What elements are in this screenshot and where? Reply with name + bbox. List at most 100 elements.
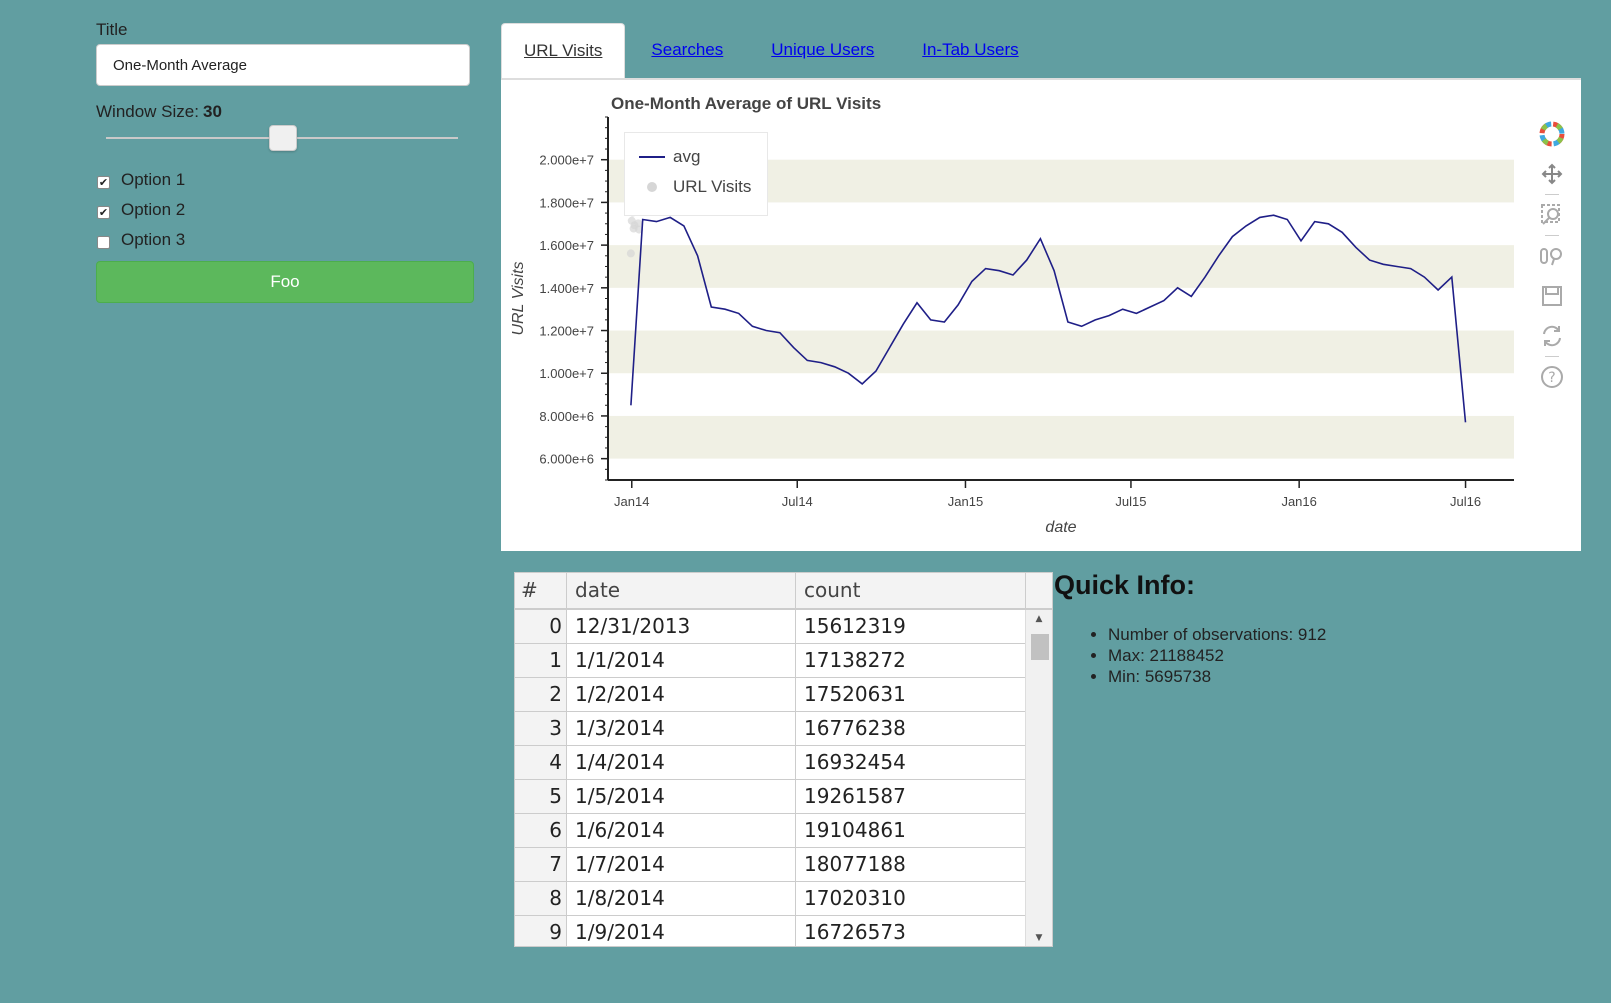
legend-item-url-visits[interactable]: URL Visits xyxy=(639,177,751,197)
wheel-zoom-icon[interactable] xyxy=(1537,236,1567,276)
plot-panel[interactable]: 6.000e+6 8.000e+6 1.000e+7 1.200e+7 1.400e+7… xyxy=(501,80,1581,551)
foo-button[interactable]: Foo xyxy=(96,261,474,303)
tab-searches[interactable]: Searches xyxy=(629,23,745,77)
table-row[interactable]: 8 1/8/2014 17020310 xyxy=(515,882,1052,916)
y-tick-label: 1.400e+7 xyxy=(539,281,594,296)
row-index-cell: 8 xyxy=(515,882,567,915)
data-table[interactable]: # date count 0 12/31/2013 15612319 1 1/1/20… xyxy=(514,572,1053,947)
count-cell[interactable]: 16932454 xyxy=(796,746,1026,779)
date-cell[interactable]: 1/5/2014 xyxy=(567,780,796,813)
tab-unique-users[interactable]: Unique Users xyxy=(749,23,896,77)
table-row[interactable]: 4 1/4/2014 16932454 xyxy=(515,746,1052,780)
count-cell[interactable]: 19104861 xyxy=(796,814,1026,847)
x-tick-label: Jul16 xyxy=(1450,494,1481,509)
window-size-slider-handle[interactable] xyxy=(269,125,297,151)
legend-label-url-visits: URL Visits xyxy=(673,177,752,196)
pan-icon[interactable] xyxy=(1537,154,1567,194)
date-cell[interactable]: 1/1/2014 xyxy=(567,644,796,677)
row-index-cell: 6 xyxy=(515,814,567,847)
quick-info-title: Quick Info: xyxy=(1054,570,1195,600)
table-row[interactable]: 5 1/5/2014 19261587 xyxy=(515,780,1052,814)
table-row[interactable]: 6 1/6/2014 19104861 xyxy=(515,814,1052,848)
y-tick-label: 2.000e+7 xyxy=(539,153,594,168)
table-row[interactable]: 3 1/3/2014 16776238 xyxy=(515,712,1052,746)
chart-title: One-Month Average of URL Visits xyxy=(611,94,882,113)
date-cell[interactable]: 1/8/2014 xyxy=(567,882,796,915)
scroll-up-arrow-icon[interactable]: ▲ xyxy=(1026,610,1052,628)
column-header-index[interactable]: # xyxy=(515,573,567,608)
count-cell[interactable]: 16726573 xyxy=(796,916,1026,946)
save-icon[interactable] xyxy=(1537,276,1567,316)
row-index-cell: 7 xyxy=(515,848,567,881)
grid-band xyxy=(608,330,1514,374)
legend-line-swatch xyxy=(639,156,665,158)
count-cell[interactable]: 17520631 xyxy=(796,678,1026,711)
chart-legend[interactable]: avg URL Visits xyxy=(624,132,768,216)
row-index-cell: 0 xyxy=(515,610,567,643)
y-tick-label: 1.800e+7 xyxy=(539,195,594,210)
legend-dot-swatch xyxy=(647,182,657,192)
option-1-label: Option 1 xyxy=(121,170,186,189)
row-index-cell: 3 xyxy=(515,712,567,745)
table-header: # date count xyxy=(515,573,1052,610)
option-1-row[interactable]: ✔ Option 1 xyxy=(96,165,185,195)
reset-icon[interactable] xyxy=(1537,316,1567,356)
date-cell[interactable]: 1/9/2014 xyxy=(567,916,796,946)
count-cell[interactable]: 17138272 xyxy=(796,644,1026,677)
row-index-cell: 5 xyxy=(515,780,567,813)
tab-in-tab-users[interactable]: In-Tab Users xyxy=(900,23,1040,77)
table-scrollbar[interactable]: ▲ ▼ xyxy=(1025,610,1052,946)
title-input[interactable] xyxy=(96,44,470,86)
count-cell[interactable]: 18077188 xyxy=(796,848,1026,881)
box-zoom-icon[interactable] xyxy=(1537,195,1567,235)
option-2-checkbox[interactable]: ✔ xyxy=(97,205,110,219)
quick-info-item: Number of observations: 912 xyxy=(1108,624,1326,645)
option-2-label: Option 2 xyxy=(121,200,186,219)
tab-bar: URL Visits Searches Unique Users In-Tab … xyxy=(501,23,1045,79)
quick-info-item: Min: 5695738 xyxy=(1108,666,1326,687)
x-axis-label: date xyxy=(1045,519,1076,536)
tab-url-visits[interactable]: URL Visits xyxy=(501,23,626,79)
window-size-text: Window Size: xyxy=(96,102,199,121)
date-cell[interactable]: 1/6/2014 xyxy=(567,814,796,847)
count-cell[interactable]: 15612319 xyxy=(796,610,1026,643)
count-cell[interactable]: 17020310 xyxy=(796,882,1026,915)
date-cell[interactable]: 1/7/2014 xyxy=(567,848,796,881)
count-cell[interactable]: 16776238 xyxy=(796,712,1026,745)
help-icon[interactable]: ? xyxy=(1537,357,1567,397)
grid-band xyxy=(608,415,1514,459)
option-3-checkbox[interactable] xyxy=(97,235,110,249)
date-cell[interactable]: 1/3/2014 xyxy=(567,712,796,745)
y-tick-label: 6.000e+6 xyxy=(539,452,594,467)
grid-band xyxy=(608,245,1514,288)
plot-toolbar: ? xyxy=(1537,114,1567,397)
y-tick-label: 1.600e+7 xyxy=(539,238,594,253)
x-tick-label: Jul15 xyxy=(1115,494,1146,509)
window-size-value: 30 xyxy=(202,102,222,121)
y-axis-label: URL Visits xyxy=(510,261,527,335)
option-2-row[interactable]: ✔ Option 2 xyxy=(96,195,185,225)
legend-item-avg[interactable]: avg xyxy=(639,147,700,167)
y-tick-label: 1.000e+7 xyxy=(539,366,594,381)
quick-info-list: Number of observations: 912 Max: 2118845… xyxy=(1086,624,1326,687)
column-header-count[interactable]: count xyxy=(796,573,1026,608)
window-size-label: Window Size: 30 xyxy=(96,102,222,122)
option-1-checkbox[interactable]: ✔ xyxy=(97,175,110,189)
table-row[interactable]: 0 12/31/2013 15612319 xyxy=(515,610,1052,644)
column-header-date[interactable]: date xyxy=(567,573,796,608)
table-row[interactable]: 9 1/9/2014 16726573 xyxy=(515,916,1052,946)
date-cell[interactable]: 12/31/2013 xyxy=(567,610,796,643)
count-cell[interactable]: 19261587 xyxy=(796,780,1026,813)
date-cell[interactable]: 1/2/2014 xyxy=(567,678,796,711)
scroll-thumb[interactable] xyxy=(1031,634,1049,660)
scroll-down-arrow-icon[interactable]: ▼ xyxy=(1026,929,1052,946)
row-index-cell: 9 xyxy=(515,916,567,946)
date-cell[interactable]: 1/4/2014 xyxy=(567,746,796,779)
svg-text:?: ? xyxy=(1548,370,1555,386)
table-row[interactable]: 2 1/2/2014 17520631 xyxy=(515,678,1052,712)
bokeh-logo-icon[interactable] xyxy=(1537,114,1567,154)
row-index-cell: 4 xyxy=(515,746,567,779)
table-row[interactable]: 7 1/7/2014 18077188 xyxy=(515,848,1052,882)
table-row[interactable]: 1 1/1/2014 17138272 xyxy=(515,644,1052,678)
option-3-row[interactable]: Option 3 xyxy=(96,225,185,255)
